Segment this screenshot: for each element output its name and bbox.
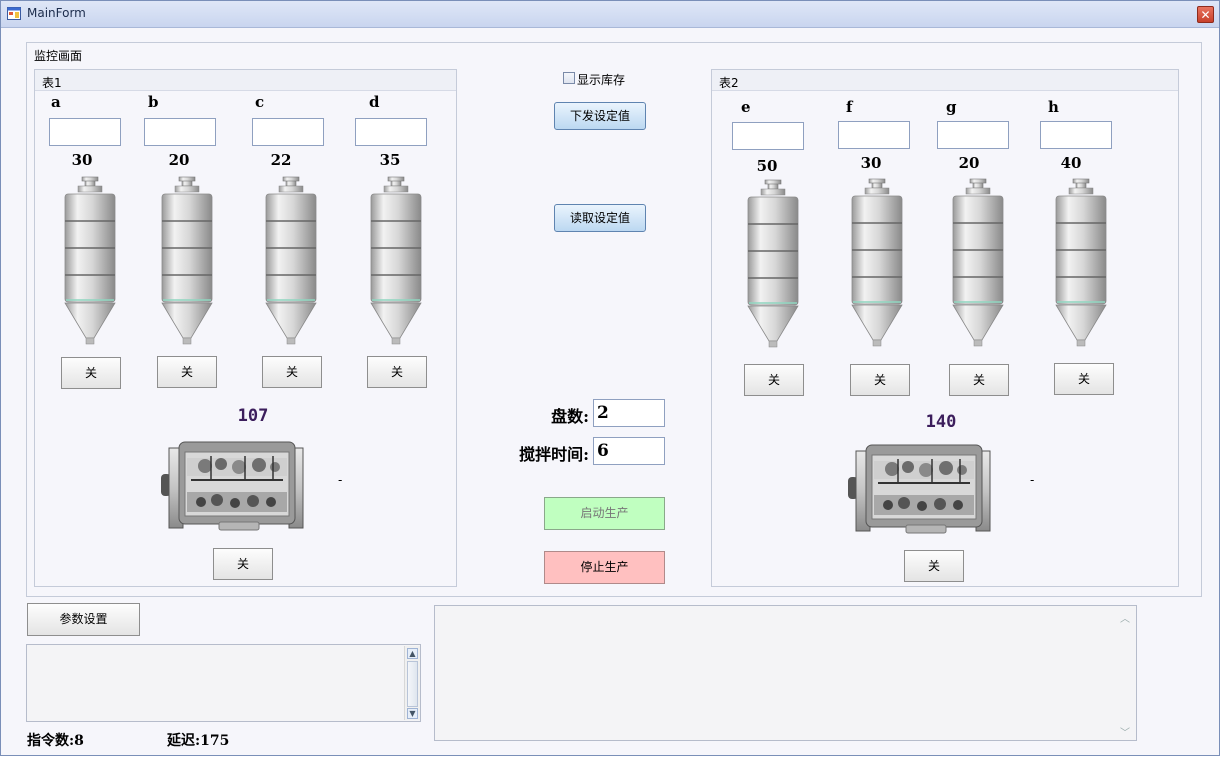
close-button[interactable]: ✕ [1197, 6, 1214, 23]
tank-a-value: 30 [71, 151, 93, 169]
output-scroll-up-icon[interactable]: ︿ [1120, 610, 1130, 625]
tank-a-off-button[interactable]: 关 [61, 357, 121, 389]
log-scrollbar[interactable]: ▲ ▼ [404, 646, 420, 720]
mixer1-off-button[interactable]: 关 [213, 548, 273, 580]
tank-h-label: h [1048, 98, 1059, 116]
tank-e-value: 50 [756, 157, 778, 175]
plates-input[interactable]: 2 [593, 399, 665, 427]
table2-title: 表2 [719, 76, 739, 90]
mixer1-status: - [338, 473, 343, 487]
tank-a-label: a [51, 93, 61, 111]
tank-g-label: g [946, 98, 957, 116]
table1-header [35, 70, 456, 91]
tank-e-off-button[interactable]: 关 [744, 364, 804, 396]
mixer-icon [848, 439, 998, 539]
silo-icon [747, 179, 799, 349]
stop-production-button[interactable]: 停止生产 [544, 551, 665, 584]
tank-c-label: c [255, 93, 265, 111]
param-settings-button[interactable]: 参数设置 [27, 603, 140, 636]
mixer2-off-button[interactable]: 关 [904, 550, 964, 582]
mixer2-status: - [1030, 473, 1035, 487]
silo-icon [952, 178, 1004, 348]
scroll-down-icon[interactable]: ▼ [407, 708, 418, 719]
tank-f-label: f [846, 98, 853, 116]
tank-d-input[interactable] [355, 118, 427, 146]
window-title: MainForm [27, 6, 86, 20]
show-stock-checkbox[interactable] [563, 72, 575, 84]
tank-b-input[interactable] [144, 118, 216, 146]
tank-g-input[interactable] [937, 121, 1009, 149]
tank-d-off-button[interactable]: 关 [367, 356, 427, 388]
tank-c-off-button[interactable]: 关 [262, 356, 322, 388]
mixer2-value: 140 [925, 412, 957, 432]
tank-b-label: b [148, 93, 159, 111]
tank-g-value: 20 [958, 154, 980, 172]
tank-d-value: 35 [379, 151, 401, 169]
silo-icon [265, 176, 317, 346]
send-settings-button[interactable]: 下发设定值 [554, 102, 646, 130]
silo-icon [851, 178, 903, 348]
tank-b-value: 20 [168, 151, 190, 169]
scroll-thumb[interactable] [407, 661, 418, 707]
mix-time-label: 搅拌时间: [519, 445, 589, 464]
monitor-group-title: 监控画面 [34, 49, 83, 63]
table2-header [712, 70, 1178, 91]
tank-e-label: e [741, 98, 751, 116]
title-bar: MainForm ✕ [1, 1, 1219, 28]
output-scroll-down-icon[interactable]: ﹀ [1120, 724, 1130, 739]
tank-f-input[interactable] [838, 121, 910, 149]
form-icon [7, 7, 21, 20]
mix-time-input[interactable]: 6 [593, 437, 665, 465]
tank-g-off-button[interactable]: 关 [949, 364, 1009, 396]
tank-c-input[interactable] [252, 118, 324, 146]
show-stock-label[interactable]: 显示库存 [577, 71, 625, 88]
tank-e-input[interactable] [732, 122, 804, 150]
tank-b-off-button[interactable]: 关 [157, 356, 217, 388]
silo-icon [161, 176, 213, 346]
tank-h-off-button[interactable]: 关 [1054, 363, 1114, 395]
tank-f-value: 30 [860, 154, 882, 172]
plates-label: 盘数: [551, 407, 589, 426]
tank-h-value: 40 [1060, 154, 1082, 172]
delay-readout: 延迟:175 [167, 733, 230, 749]
silo-icon [370, 176, 422, 346]
tank-d-label: d [369, 93, 380, 111]
scroll-up-icon[interactable]: ▲ [407, 648, 418, 659]
mixer1-value: 107 [237, 406, 269, 426]
tank-f-off-button[interactable]: 关 [850, 364, 910, 396]
tank-a-input[interactable] [49, 118, 121, 146]
mixer-icon [161, 436, 311, 536]
tank-c-value: 22 [270, 151, 292, 169]
command-count: 指令数:8 [27, 733, 84, 749]
silo-icon [64, 176, 116, 346]
main-window: MainForm ✕ 监控画面 表1 表2 a 30 关 b 20 关 c 22… [0, 0, 1220, 756]
log-textbox[interactable]: ▲ ▼ [26, 644, 421, 722]
start-production-button[interactable]: 启动生产 [544, 497, 665, 530]
tank-h-input[interactable] [1040, 121, 1112, 149]
silo-icon [1055, 178, 1107, 348]
table1-title: 表1 [42, 76, 62, 90]
output-textbox[interactable]: ︿ ﹀ [434, 605, 1137, 741]
read-settings-button[interactable]: 读取设定值 [554, 204, 646, 232]
